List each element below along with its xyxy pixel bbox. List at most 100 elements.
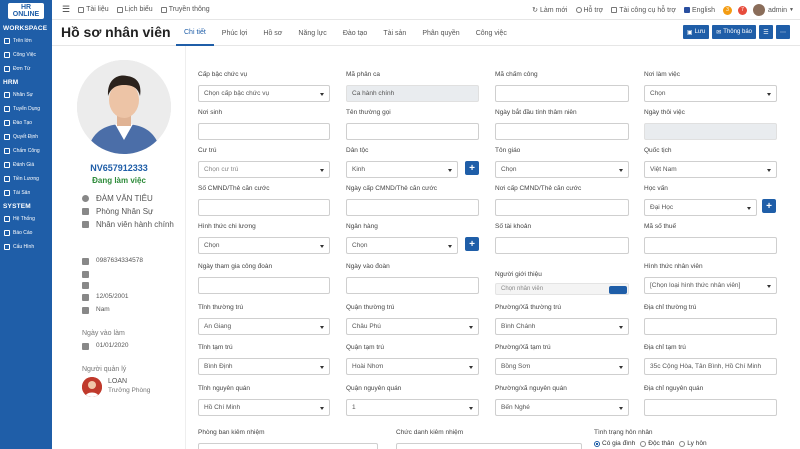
notification-badge[interactable]: 3	[722, 5, 732, 15]
rank-select[interactable]: Chọn cấp bậc chức vụ	[198, 85, 330, 102]
support-label: Hỗ trợ	[583, 6, 604, 14]
union-date-input[interactable]	[198, 277, 330, 294]
birthplace-input[interactable]	[198, 123, 330, 140]
radio-icon	[640, 440, 647, 447]
perm-province-select[interactable]: An Giang	[198, 318, 330, 335]
timekeeping-input[interactable]	[495, 85, 629, 102]
add-education-button[interactable]: +	[762, 199, 776, 213]
seniority-input[interactable]	[495, 123, 629, 140]
sidebar-item[interactable]: Tiền Lương	[0, 172, 52, 186]
marital-single-radio[interactable]: Độc thân	[640, 440, 674, 447]
employee-name: ĐÀM VĂN TIÊU	[96, 194, 153, 203]
origin-province-select[interactable]: Hồ Chí Minh	[198, 399, 330, 416]
topbar-link[interactable]: Tài liệu	[78, 6, 109, 13]
field-label: Người giới thiệu	[495, 271, 542, 278]
account-input[interactable]	[495, 237, 629, 254]
marital-divorced-radio[interactable]: Ly hôn	[679, 440, 707, 447]
temp-district-select[interactable]: Hoài Nhơn	[346, 358, 479, 375]
more-button[interactable]: ⋯	[776, 25, 790, 39]
manager-avatar[interactable]	[82, 377, 102, 397]
sidebar-item[interactable]: Chấm Công	[0, 144, 52, 158]
notify-button[interactable]: ✉ Thông báo	[712, 25, 756, 39]
field-label: Nơi cấp CMND/Thẻ căn cước	[495, 185, 582, 192]
radio-icon	[679, 440, 686, 447]
id-number-input[interactable]	[198, 199, 330, 216]
nationality-select[interactable]: Việt Nam	[644, 161, 777, 178]
tab-training[interactable]: Đào tạo	[335, 20, 376, 46]
sidebar-item[interactable]: Cấu Hình	[0, 240, 52, 254]
app-window: HR ONLINE WORKSPACE Trên lớn Công Việc Đ…	[0, 0, 800, 449]
perm-address-input[interactable]	[644, 318, 777, 335]
user-name[interactable]: admin	[768, 7, 787, 14]
tab-records[interactable]: Hồ sơ	[255, 20, 290, 46]
sidebar-item[interactable]: Công Việc	[0, 48, 52, 62]
alert-badge[interactable]: 7	[737, 5, 747, 15]
marital-married-radio[interactable]: Có gia đình	[594, 440, 635, 447]
field-youth-date: Ngày vào đoàn	[346, 262, 479, 294]
sidebar-item[interactable]: Hệ Thống	[0, 212, 52, 226]
download-icon	[611, 7, 618, 13]
sidebar-item[interactable]: Đơn Từ	[0, 62, 52, 76]
topbar-link[interactable]: Lịch biểu	[116, 6, 153, 13]
tab-details[interactable]: Chi tiết	[176, 20, 214, 46]
add-ethnicity-button[interactable]: +	[465, 161, 479, 175]
sidebar-item[interactable]: Tài Sản	[0, 186, 52, 200]
tab-tasks[interactable]: Công việc	[468, 20, 515, 46]
logo[interactable]: HR ONLINE	[0, 0, 52, 22]
perm-district-select[interactable]: Châu Phú	[346, 318, 479, 335]
employee-photo[interactable]	[77, 60, 171, 154]
sidebar-item[interactable]: Báo Cáo	[0, 226, 52, 240]
language-link[interactable]: English	[684, 7, 715, 14]
temp-address-input[interactable]: 35c Cộng Hòa, Tân Bình, Hồ Chí Minh	[644, 358, 777, 375]
field-label: Địa chỉ tạm trú	[644, 344, 686, 351]
chevron-down-icon[interactable]: ▼	[789, 7, 794, 13]
origin-address-input[interactable]	[644, 399, 777, 416]
sidebar-item-label: Quyết Định	[13, 134, 39, 140]
youth-date-input[interactable]	[346, 277, 479, 294]
perm-ward-select[interactable]: Bình Chánh	[495, 318, 629, 335]
sidebar-item[interactable]: Quyết Định	[0, 130, 52, 144]
referrer-button[interactable]	[609, 286, 627, 294]
users-icon	[4, 92, 10, 98]
sidebar-item[interactable]: Trên lớn	[0, 34, 52, 48]
residence-select[interactable]: Chọn cư trú	[198, 161, 330, 178]
tab-skills[interactable]: Năng lực	[290, 20, 334, 46]
topbar-link[interactable]: Truyền thông	[160, 6, 210, 13]
menu-icon[interactable]: ☰	[62, 4, 70, 15]
tax-code-input[interactable]	[644, 237, 777, 254]
tools-link[interactable]: Tài công cụ hỗ trợ	[611, 7, 676, 14]
field-label: Mã số thuế	[644, 223, 677, 230]
sidebar-item[interactable]: Đánh Giá	[0, 158, 52, 172]
refresh-link[interactable]: ↻ Làm mới	[532, 6, 567, 15]
sidebar-item[interactable]: Nhân Sự	[0, 88, 52, 102]
sidebar-item[interactable]: Đào Tạo	[0, 116, 52, 130]
concurrent-title-input[interactable]	[396, 443, 582, 449]
id-place-input[interactable]	[495, 199, 629, 216]
sidebar-item[interactable]: Tuyển Dụng	[0, 102, 52, 116]
origin-district-select[interactable]: 1	[346, 399, 479, 416]
temp-province-select[interactable]: Bình Định	[198, 358, 330, 375]
tab-benefits[interactable]: Phúc lợi	[214, 20, 256, 46]
support-link[interactable]: Hỗ trợ	[575, 6, 604, 14]
field-perm-address: Địa chỉ thường trú	[644, 303, 777, 335]
bank-select[interactable]: Chọn	[346, 237, 458, 254]
user-avatar[interactable]	[752, 4, 765, 16]
save-button[interactable]: ▣ Lưu	[682, 25, 710, 39]
ethnicity-select[interactable]: Kinh	[346, 161, 458, 178]
tab-assets[interactable]: Tài sản	[375, 20, 414, 46]
religion-select[interactable]: Chọn	[495, 161, 629, 178]
workplace-select[interactable]: Chọn	[644, 85, 777, 102]
education-select[interactable]: Đại Học	[644, 199, 757, 216]
department-row: Phòng Nhân Sự	[82, 207, 182, 216]
list-button[interactable]: ☰	[759, 25, 773, 39]
concurrent-dept-select[interactable]	[198, 443, 378, 449]
origin-ward-select[interactable]: Bến Nghé	[495, 399, 629, 416]
temp-ward-select[interactable]: Bồng Sơn	[495, 358, 629, 375]
salary-method-select[interactable]: Chọn	[198, 237, 330, 254]
nickname-input[interactable]	[346, 123, 479, 140]
task-icon	[4, 52, 10, 58]
add-bank-button[interactable]: +	[465, 237, 479, 251]
tab-permissions[interactable]: Phân quyền	[414, 20, 467, 46]
id-date-input[interactable]	[346, 199, 479, 216]
employee-type-select[interactable]: [Chọn loại hình thức nhân viên]	[644, 277, 777, 294]
